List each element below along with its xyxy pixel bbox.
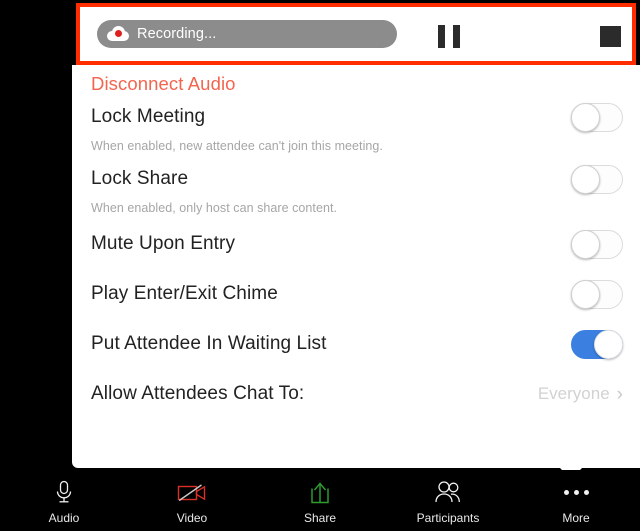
toolbar-label: Share bbox=[303, 511, 337, 525]
participants-icon bbox=[434, 479, 462, 506]
setting-row-play-enter-exit-chime: Play Enter/Exit Chime bbox=[72, 269, 640, 319]
toolbar-item-audio[interactable]: Audio bbox=[0, 479, 128, 525]
setting-description: When enabled, new attendee can't join th… bbox=[91, 139, 383, 153]
toggle-knob bbox=[594, 329, 623, 359]
toolbar-item-share[interactable]: Share bbox=[256, 479, 384, 525]
zoom-meeting-screen: Recording... Disconnect Audio Lock Meeti… bbox=[0, 0, 640, 531]
recording-bar-highlight: Recording... bbox=[76, 3, 636, 65]
pause-recording-button[interactable] bbox=[438, 25, 460, 48]
recording-status-pill: Recording... bbox=[97, 20, 397, 48]
meeting-toolbar: Audio Video Share Participants More bbox=[0, 470, 640, 531]
lock-share-toggle[interactable] bbox=[571, 164, 623, 194]
play-enter-exit-chime-toggle[interactable] bbox=[571, 279, 623, 309]
setting-label: Lock Share bbox=[91, 168, 189, 189]
toggle-knob bbox=[571, 279, 600, 309]
put-attendee-in-waiting-list-toggle[interactable] bbox=[571, 329, 623, 359]
disconnect-audio-button[interactable]: Disconnect Audio bbox=[72, 65, 640, 95]
recording-status-label: Recording... bbox=[137, 26, 217, 42]
setting-row-lock-share: Lock Share When enabled, only host can s… bbox=[72, 157, 640, 219]
toolbar-label: Audio bbox=[48, 511, 80, 525]
more-dots-icon bbox=[563, 479, 589, 506]
recording-bar: Recording... bbox=[80, 7, 632, 61]
toolbar-item-video[interactable]: Video bbox=[128, 479, 256, 525]
mute-upon-entry-toggle[interactable] bbox=[571, 229, 623, 259]
toolbar-label: More bbox=[562, 511, 590, 525]
meeting-settings-panel: Disconnect Audio Lock Meeting When enabl… bbox=[72, 65, 640, 468]
setting-row-mute-upon-entry: Mute Upon Entry bbox=[72, 219, 640, 269]
toggle-knob bbox=[571, 229, 600, 259]
chat-target-value: Everyone bbox=[537, 384, 610, 403]
setting-label: Play Enter/Exit Chime bbox=[91, 283, 278, 304]
toolbar-label: Participants bbox=[416, 511, 480, 525]
setting-row-put-attendee-in-waiting-list: Put Attendee In Waiting List bbox=[72, 319, 640, 369]
toggle-knob bbox=[571, 102, 600, 132]
allow-attendees-chat-value[interactable]: Everyone › bbox=[538, 384, 623, 404]
setting-label: Allow Attendees Chat To: bbox=[91, 383, 305, 404]
stop-recording-button[interactable] bbox=[600, 26, 621, 47]
setting-label: Lock Meeting bbox=[91, 106, 206, 127]
toolbar-item-more[interactable]: More bbox=[512, 479, 640, 525]
pause-bar-right bbox=[453, 25, 460, 48]
pause-bar-left bbox=[438, 25, 445, 48]
toolbar-item-participants[interactable]: Participants bbox=[384, 479, 512, 525]
setting-row-allow-attendees-chat-to[interactable]: Allow Attendees Chat To: Everyone › bbox=[72, 369, 640, 419]
setting-label: Mute Upon Entry bbox=[91, 233, 236, 254]
setting-description: When enabled, only host can share conten… bbox=[91, 201, 338, 215]
toolbar-label: Video bbox=[176, 511, 208, 525]
cloud-record-icon bbox=[107, 26, 129, 42]
toggle-knob bbox=[571, 164, 600, 194]
video-off-icon bbox=[177, 479, 207, 506]
share-up-arrow-icon bbox=[309, 479, 331, 506]
setting-row-lock-meeting: Lock Meeting When enabled, new attendee … bbox=[72, 95, 640, 157]
chevron-right-icon: › bbox=[616, 383, 623, 405]
lock-meeting-toggle[interactable] bbox=[571, 102, 623, 132]
microphone-icon bbox=[54, 479, 74, 506]
setting-label: Put Attendee In Waiting List bbox=[91, 333, 327, 354]
